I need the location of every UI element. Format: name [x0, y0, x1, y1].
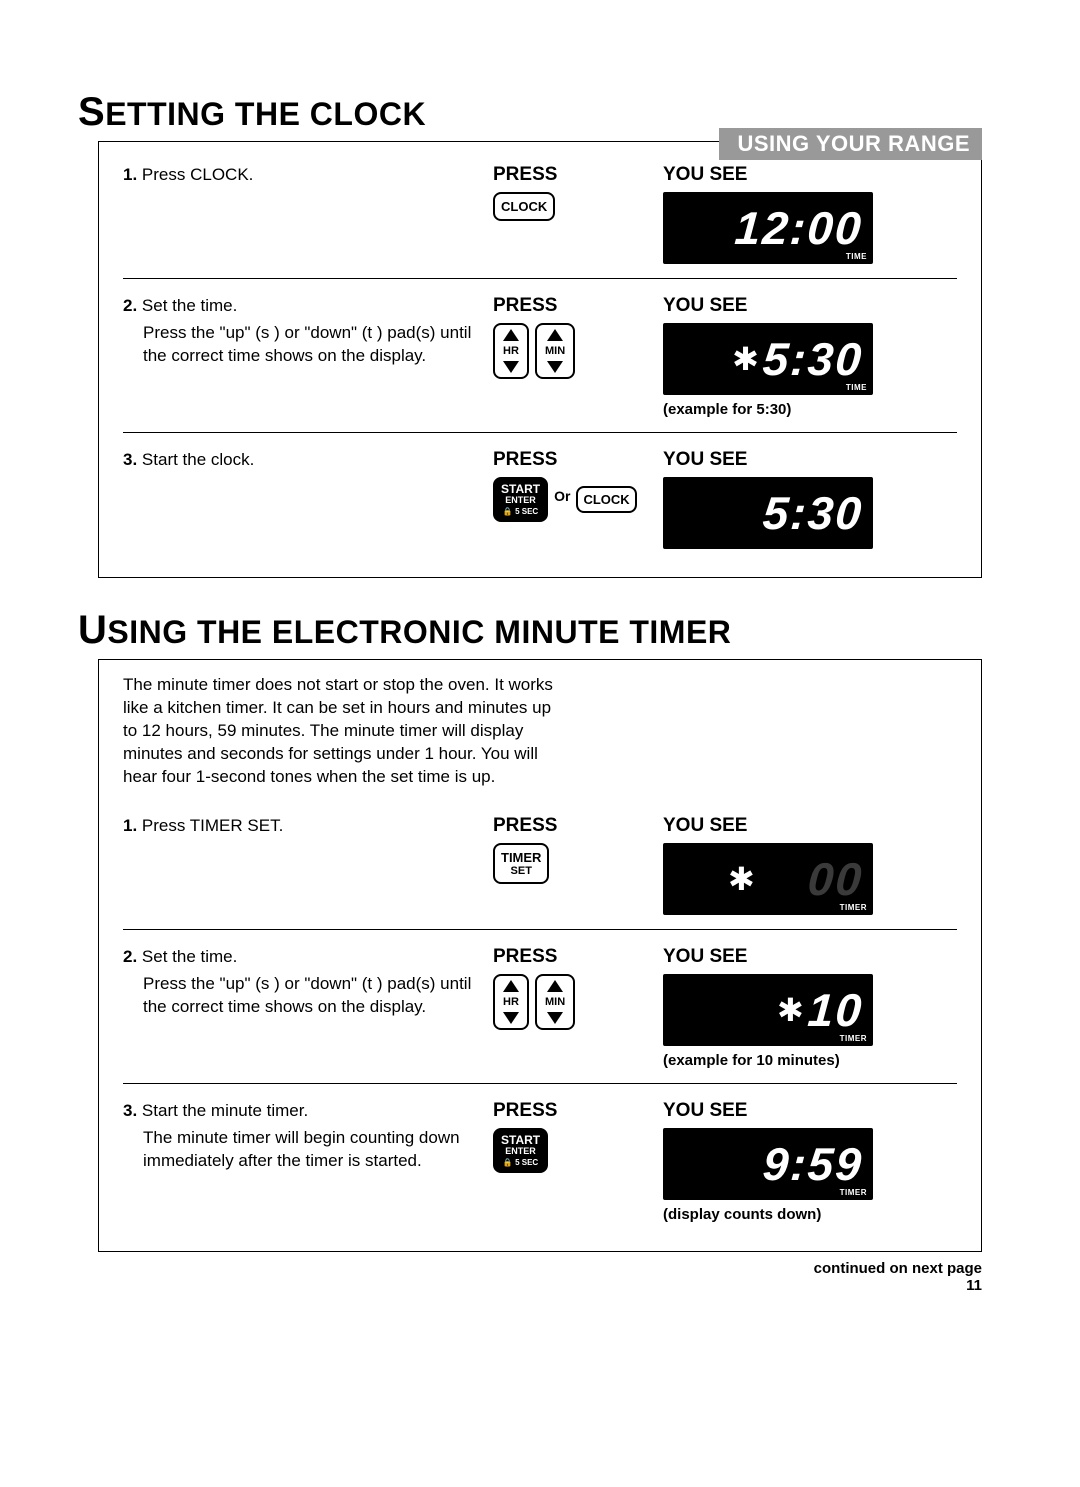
triangle-down-icon — [503, 1012, 519, 1024]
yousee-heading: YOU SEE — [663, 164, 957, 186]
press-heading: PRESS — [493, 295, 653, 317]
hr-updown-button[interactable]: HR — [493, 323, 529, 379]
display-sublabel: TIME — [846, 252, 867, 261]
press-heading: PRESS — [493, 1100, 653, 1122]
intro-paragraph: The minute timer does not start or stop … — [123, 674, 563, 789]
press-heading: PRESS — [493, 164, 653, 186]
yousee-heading: YOU SEE — [663, 449, 957, 471]
display-caption: (example for 5:30) — [663, 401, 957, 418]
clock-button[interactable]: CLOCK — [576, 486, 636, 513]
yousee-col: YOU SEE 9:59 TIMER (display counts down) — [663, 1100, 957, 1223]
yousee-col: YOU SEE ✱ 00 TIMER — [663, 815, 957, 915]
display-screen: 9:59 TIMER — [663, 1128, 873, 1200]
snowflake-icon: ✱ — [732, 340, 759, 378]
hr-label: HR — [503, 996, 519, 1008]
display-sublabel: TIMER — [840, 1188, 867, 1197]
step-row: 1. Press CLOCK. PRESS CLOCK YOU SEE 12:0… — [123, 156, 957, 278]
hr-label: HR — [503, 345, 519, 357]
yousee-heading: YOU SEE — [663, 1100, 957, 1122]
triangle-up-icon — [547, 980, 563, 992]
yousee-heading: YOU SEE — [663, 946, 957, 968]
step-row: 1. Press TIMER SET. PRESS TIMER SET YOU … — [123, 807, 957, 929]
min-label: MIN — [545, 345, 565, 357]
snowflake-icon: ✱ — [777, 991, 804, 1029]
press-col: PRESS HR MIN — [493, 946, 653, 1069]
clock-button[interactable]: CLOCK — [493, 192, 555, 221]
min-updown-button[interactable]: MIN — [535, 323, 575, 379]
yousee-heading: YOU SEE — [663, 295, 957, 317]
step-row: 2. Set the time. Press the "up" (s ) or … — [123, 929, 957, 1083]
yousee-heading: YOU SEE — [663, 815, 957, 837]
step-text: 1. Press CLOCK. — [123, 164, 483, 264]
page-number: 11 — [0, 1277, 982, 1294]
yousee-col: YOU SEE ✱ 10 TIMER (example for 10 minut… — [663, 946, 957, 1069]
display-sublabel: TIMER — [840, 1034, 867, 1043]
display-screen: 5:30 — [663, 477, 873, 549]
press-col: PRESS START ENTER 🔒 5 SEC — [493, 1100, 653, 1223]
press-col: PRESS TIMER SET — [493, 815, 653, 915]
display-ghost-digits: 00 — [806, 852, 865, 906]
or-label: Or — [554, 488, 570, 504]
start-button[interactable]: START ENTER 🔒 5 SEC — [493, 477, 548, 522]
yousee-col: YOU SEE 12:00 TIME — [663, 164, 957, 264]
section-title-timer: USING THE ELECTRONIC MINUTE TIMER — [78, 608, 1080, 653]
snowflake-icon: ✱ — [728, 860, 755, 898]
step-row: 2. Set the time. Press the "up" (s ) or … — [123, 278, 957, 432]
display-digits: 10 — [806, 983, 865, 1037]
display-digits: 5:30 — [761, 332, 865, 386]
display-sublabel: TIMER — [840, 903, 867, 912]
step-row: 3. Start the clock. PRESS START ENTER 🔒 … — [123, 432, 957, 563]
continued-label: continued on next page — [0, 1260, 982, 1277]
display-caption: (display counts down) — [663, 1206, 957, 1223]
triangle-down-icon — [547, 1012, 563, 1024]
header-tab: USING YOUR RANGE — [719, 128, 982, 160]
step-subtext: The minute timer will begin counting dow… — [123, 1127, 483, 1173]
step-row: 3. Start the minute timer. The minute ti… — [123, 1083, 957, 1237]
triangle-down-icon — [547, 361, 563, 373]
press-col: PRESS START ENTER 🔒 5 SEC Or CLOCK — [493, 449, 653, 549]
triangle-up-icon — [547, 329, 563, 341]
triangle-down-icon — [503, 361, 519, 373]
step-subtext: Press the "up" (s ) or "down" (t ) pad(s… — [123, 973, 483, 1019]
step-text: 1. Press TIMER SET. — [123, 815, 483, 915]
min-updown-button[interactable]: MIN — [535, 974, 575, 1030]
press-col: PRESS HR MIN — [493, 295, 653, 418]
step-subtext: Press the "up" (s ) or "down" (t ) pad(s… — [123, 322, 483, 368]
step-text: 2. Set the time. Press the "up" (s ) or … — [123, 946, 483, 1069]
press-col: PRESS CLOCK — [493, 164, 653, 264]
press-heading: PRESS — [493, 449, 653, 471]
triangle-up-icon — [503, 980, 519, 992]
step-text: 3. Start the minute timer. The minute ti… — [123, 1100, 483, 1223]
display-screen: ✱ 10 TIMER — [663, 974, 873, 1046]
hr-updown-button[interactable]: HR — [493, 974, 529, 1030]
timer-set-button[interactable]: TIMER SET — [493, 843, 549, 884]
display-caption: (example for 10 minutes) — [663, 1052, 957, 1069]
press-heading: PRESS — [493, 946, 653, 968]
display-screen: ✱ 00 TIMER — [663, 843, 873, 915]
display-digits: 5:30 — [761, 486, 865, 540]
min-label: MIN — [545, 996, 565, 1008]
display-screen: ✱ 5:30 TIME — [663, 323, 873, 395]
display-sublabel: TIME — [846, 383, 867, 392]
yousee-col: YOU SEE ✱ 5:30 TIME (example for 5:30) — [663, 295, 957, 418]
yousee-col: YOU SEE 5:30 — [663, 449, 957, 549]
display-digits: 12:00 — [733, 201, 864, 255]
section2-box: The minute timer does not start or stop … — [98, 659, 982, 1252]
start-button[interactable]: START ENTER 🔒 5 SEC — [493, 1128, 548, 1173]
press-heading: PRESS — [493, 815, 653, 837]
section1-box: 1. Press CLOCK. PRESS CLOCK YOU SEE 12:0… — [98, 141, 982, 578]
step-text: 3. Start the clock. — [123, 449, 483, 549]
display-digits: 9:59 — [761, 1137, 865, 1191]
triangle-up-icon — [503, 329, 519, 341]
display-screen: 12:00 TIME — [663, 192, 873, 264]
step-text: 2. Set the time. Press the "up" (s ) or … — [123, 295, 483, 418]
